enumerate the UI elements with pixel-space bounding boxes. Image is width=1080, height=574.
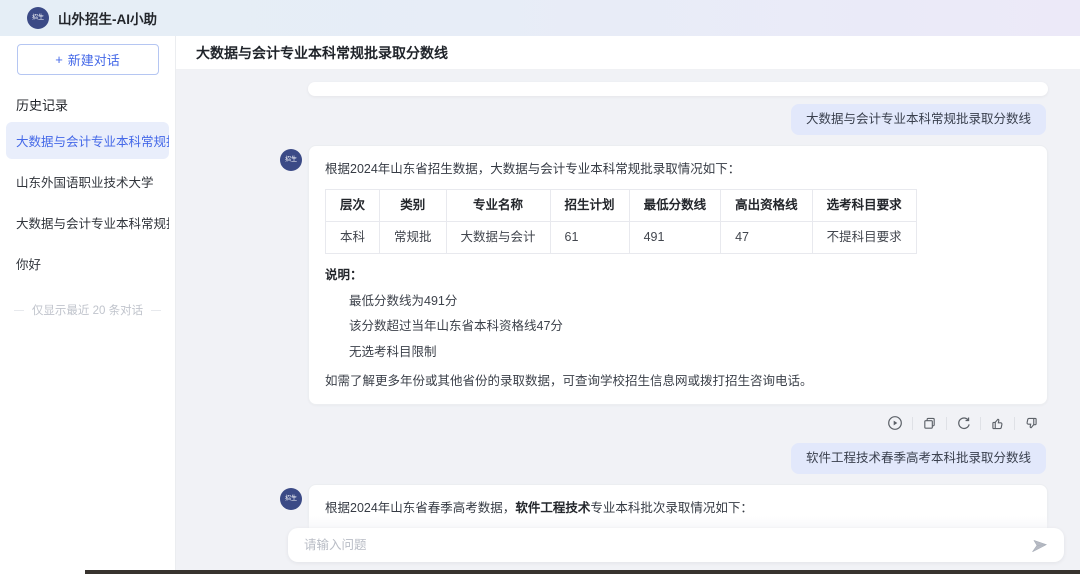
conversation-header: 大数据与会计专业本科常规批录取分数线 <box>176 36 1080 70</box>
message-actions <box>280 411 1048 435</box>
ai-avatar: 招生 <box>280 149 302 171</box>
ai-avatar-text: 招生 <box>284 496 297 502</box>
top-bar: 招生 山外招生-AI小助 <box>0 0 1080 36</box>
table-header-cell: 高出资格线 <box>720 188 813 222</box>
table-cell: 大数据与会计 <box>445 220 551 254</box>
user-message-bubble: 软件工程技术春季高考本科批录取分数线 <box>790 443 1046 474</box>
table-header-row: 层次 类别 专业名称 招生计划 最低分数线 高出资格线 选考科目要求 <box>324 188 917 222</box>
note-line: 最低分数线为491分 <box>349 293 458 308</box>
conversation-title: 大数据与会计专业本科常规批录取分数线 <box>196 44 448 61</box>
table-cell: 61 <box>549 220 630 254</box>
history-limit-note: 仅显示最近 20 条对话 <box>14 302 161 318</box>
play-icon[interactable] <box>878 411 912 435</box>
table-row: 本科 常规批 大数据与会计 61 491 47 不提科目要求 <box>324 220 917 254</box>
refresh-icon[interactable] <box>947 412 980 435</box>
table-cell: 491 <box>628 220 722 254</box>
input-dock <box>176 516 1080 574</box>
table-header-cell: 类别 <box>379 188 447 222</box>
ai-message-card: 根据2024年山东省招生数据，大数据与会计专业本科常规批录取情况如下： 层次 类别… <box>308 145 1048 405</box>
table-cell: 本科 <box>324 220 381 254</box>
sidebar-item-conversation-1[interactable]: 大数据与会计专业本科常规批录取... <box>6 122 169 159</box>
previous-message-stub <box>308 82 1048 96</box>
note-line: 该分数超过当年山东省本科资格线47分 <box>349 319 563 334</box>
closing-text: 如需了解更多年份或其他省份的录取数据，可查询学校招生信息网或拨打招生咨询电话。 <box>325 374 813 389</box>
table-cell: 不提科目要求 <box>811 220 917 254</box>
new-chat-button[interactable]: + 新建对话 <box>16 44 159 75</box>
note-line: 无选考科目限制 <box>349 345 437 360</box>
notes-label: 说明： <box>325 267 363 282</box>
ai-avatar-text: 招生 <box>284 157 297 163</box>
table-cell: 常规批 <box>379 220 447 254</box>
copy-icon[interactable] <box>913 412 946 435</box>
chat-scroll-area[interactable]: 大数据与会计专业本科常规批录取分数线 招生 根据2024年山东省招生数据，大数据… <box>176 70 1080 574</box>
user-message-bubble: 大数据与会计专业本科常规批录取分数线 <box>790 104 1046 135</box>
table-header-cell: 最低分数线 <box>628 188 722 222</box>
ai-intro-text: 根据2024年山东省招生数据，大数据与会计专业本科常规批录取情况如下： <box>325 162 741 176</box>
intro-prefix: 根据2024年山东省春季高考数据， <box>325 501 516 515</box>
sidebar-item-conversation-3[interactable]: 大数据与会计专业本科常规批录取... <box>6 204 169 241</box>
intro-bold: 软件工程技术 <box>515 501 591 515</box>
history-section-label: 历史记录 <box>16 98 69 113</box>
sidebar: + 新建对话 历史记录 大数据与会计专业本科常规批录取... 山东外国语职业技术… <box>0 36 176 574</box>
thumbs-down-icon[interactable] <box>1015 412 1048 435</box>
table-header-cell: 选考科目要求 <box>811 188 917 222</box>
ai-intro-text: 根据2024年山东省春季高考数据，软件工程技术专业本科批次录取情况如下： <box>325 500 1031 517</box>
app-window: 招生 山外招生-AI小助 + 新建对话 历史记录 大数据与会计专业本科常规批录取… <box>0 0 1080 574</box>
divider-line <box>151 309 161 311</box>
sidebar-item-conversation-4[interactable]: 你好 <box>6 245 169 282</box>
divider-line <box>14 309 24 311</box>
ai-message-row: 招生 根据2024年山东省招生数据，大数据与会计专业本科常规批录取情况如下： 层… <box>280 145 1048 405</box>
thumbs-up-icon[interactable] <box>981 412 1014 435</box>
table-header-cell: 专业名称 <box>445 188 551 222</box>
sidebar-item-conversation-2[interactable]: 山东外国语职业技术大学 <box>6 163 169 200</box>
app-logo-icon: 招生 <box>27 7 49 29</box>
ai-avatar: 招生 <box>280 488 302 510</box>
intro-suffix: 专业本科批次录取情况如下： <box>590 501 753 515</box>
message-input-box[interactable] <box>288 528 1064 562</box>
plus-icon: + <box>55 52 63 67</box>
app-title: 山外招生-AI小助 <box>58 12 157 27</box>
table-header-cell: 层次 <box>324 188 381 222</box>
send-icon[interactable] <box>1027 535 1052 556</box>
main-panel: 大数据与会计专业本科常规批录取分数线 大数据与会计专业本科常规批录取分数线 招生… <box>176 36 1080 574</box>
table-header-cell: 招生计划 <box>549 188 630 222</box>
table-cell: 47 <box>720 220 813 254</box>
app-logo-text: 招生 <box>31 15 44 21</box>
bottom-edge-bar <box>85 570 1080 574</box>
history-limit-text: 仅显示最近 20 条对话 <box>31 305 144 317</box>
admission-table: 层次 类别 专业名称 招生计划 最低分数线 高出资格线 选考科目要求 本科 常规批 大数据与会计 6… <box>324 188 917 254</box>
new-chat-label: 新建对话 <box>67 53 120 68</box>
message-input[interactable] <box>302 537 1027 553</box>
